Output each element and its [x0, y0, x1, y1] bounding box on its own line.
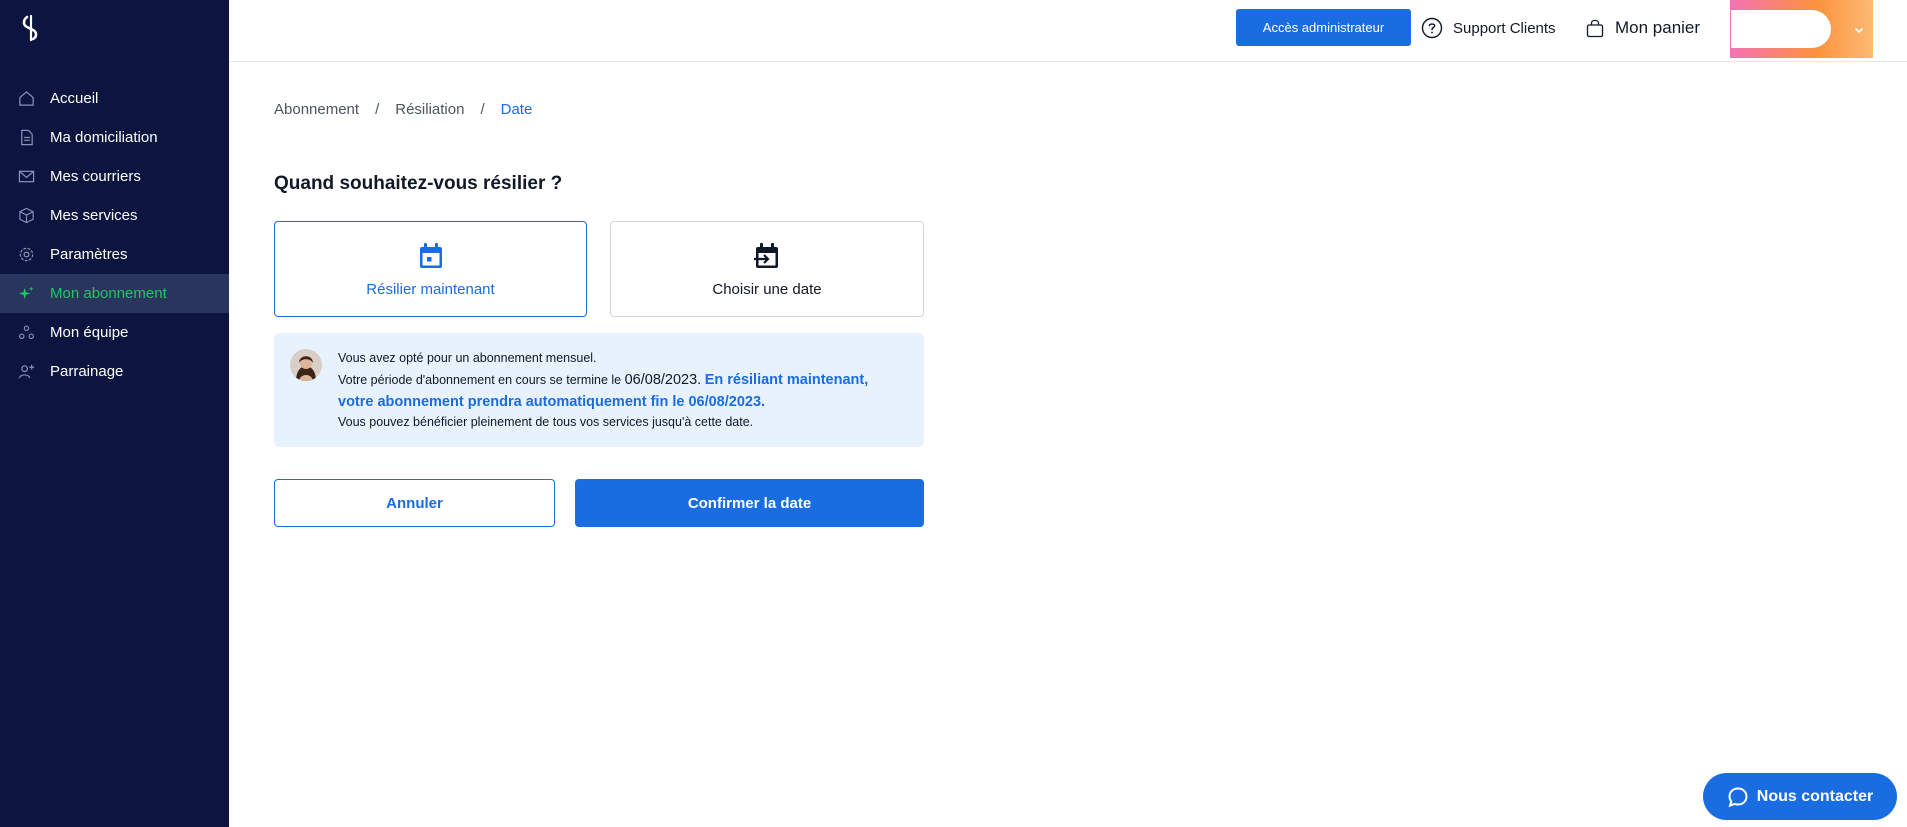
- page-title: Quand souhaitez-vous résilier ?: [274, 173, 563, 194]
- info-line-2b: votre abonnement prendra automatiquement…: [338, 391, 868, 413]
- sidebar-item-mon-abonnement[interactable]: Mon abonnement: [0, 274, 229, 313]
- team-icon: [18, 324, 35, 341]
- confirm-date-button[interactable]: Confirmer la date: [575, 479, 924, 527]
- info-line-2: Votre période d'abonnement en cours se t…: [338, 369, 868, 391]
- referral-icon: [18, 363, 35, 380]
- sidebar-item-mon-equipe[interactable]: Mon équipe: [0, 313, 229, 352]
- contact-label: Nous contacter: [1756, 787, 1874, 805]
- cart-link[interactable]: Mon panier: [1585, 15, 1700, 41]
- chat-bubble-icon: [1728, 786, 1748, 807]
- breadcrumb-separator: /: [375, 101, 380, 118]
- calendar-arrow-icon: [754, 242, 778, 268]
- chevron-down-icon: [1854, 27, 1864, 34]
- sidebar-item-accueil[interactable]: Accueil: [0, 79, 229, 118]
- sidebar-item-mes-services[interactable]: Mes services: [0, 196, 229, 235]
- option-label: Choisir une date: [712, 280, 822, 298]
- cancel-button[interactable]: Annuler: [274, 479, 555, 527]
- home-icon: [18, 90, 35, 107]
- sparkle-icon: [18, 285, 35, 302]
- info-line-3: Vous pouvez bénéficier pleinement de tou…: [338, 414, 754, 429]
- support-label: Support Clients: [1453, 19, 1556, 37]
- top-header: Accès administrateur Support Clients Mon…: [229, 0, 1907, 62]
- sidebar-item-label: Accueil: [50, 90, 99, 107]
- help-circle-icon: [1421, 17, 1443, 39]
- sidebar-item-label: Mes courriers: [50, 168, 141, 185]
- info-highlight-b: votre abonnement prendra automatiquement…: [338, 393, 766, 410]
- info-highlight-a: En résiliant maintenant,: [704, 371, 869, 388]
- sidebar-item-ma-domiciliation[interactable]: Ma domiciliation: [0, 118, 229, 157]
- bag-icon: [1586, 19, 1604, 38]
- info-box: Vous avez opté pour un abonnement mensue…: [274, 333, 924, 447]
- breadcrumb-abonnement[interactable]: Abonnement: [274, 101, 359, 118]
- option-label: Résilier maintenant: [366, 280, 495, 298]
- document-icon: [18, 129, 35, 146]
- profile-menu[interactable]: [1730, 0, 1873, 58]
- breadcrumb: Abonnement / Résiliation / Date: [274, 101, 532, 118]
- support-clients-link[interactable]: Support Clients: [1421, 15, 1556, 41]
- sidebar-nav: Accueil Ma domiciliation Mes courriers M…: [0, 79, 229, 391]
- option-resilier-maintenant[interactable]: Résilier maintenant: [274, 221, 587, 317]
- info-end-date: 06/08/2023.: [624, 371, 702, 388]
- breadcrumb-date: Date: [500, 101, 533, 118]
- gear-icon: [18, 246, 35, 263]
- sidebar-item-label: Parrainage: [50, 363, 124, 380]
- sidebar-item-mes-courriers[interactable]: Mes courriers: [0, 157, 229, 196]
- calendar-icon: [419, 242, 442, 268]
- breadcrumb-resiliation[interactable]: Résiliation: [395, 101, 464, 118]
- sidebar-item-label: Paramètres: [50, 246, 128, 263]
- cart-label: Mon panier: [1615, 18, 1701, 37]
- sidebar-item-label: Mes services: [50, 207, 138, 224]
- info-line-2-prefix: Votre période d'abonnement en cours se t…: [338, 372, 625, 387]
- option-choisir-une-date[interactable]: Choisir une date: [610, 221, 924, 317]
- advisor-avatar: [290, 349, 322, 381]
- box-icon: [18, 207, 35, 224]
- admin-access-button[interactable]: Accès administrateur: [1236, 9, 1411, 46]
- sidebar-item-label: Mon équipe: [50, 324, 129, 341]
- breadcrumb-separator: /: [480, 101, 485, 118]
- info-line-1: Vous avez opté pour un abonnement mensue…: [338, 351, 597, 365]
- sidebar-item-label: Ma domiciliation: [50, 129, 158, 146]
- sidebar-item-parrainage[interactable]: Parrainage: [0, 352, 229, 391]
- sidebar: Accueil Ma domiciliation Mes courriers M…: [0, 0, 229, 827]
- mail-icon: [18, 168, 35, 185]
- sidebar-item-parametres[interactable]: Paramètres: [0, 235, 229, 274]
- sidebar-item-label: Mon abonnement: [50, 285, 167, 302]
- contact-button[interactable]: Nous contacter: [1703, 773, 1897, 820]
- logo-icon[interactable]: [18, 14, 42, 42]
- avatar: [1731, 10, 1831, 48]
- info-text: Vous avez opté pour un abonnement mensue…: [338, 349, 868, 432]
